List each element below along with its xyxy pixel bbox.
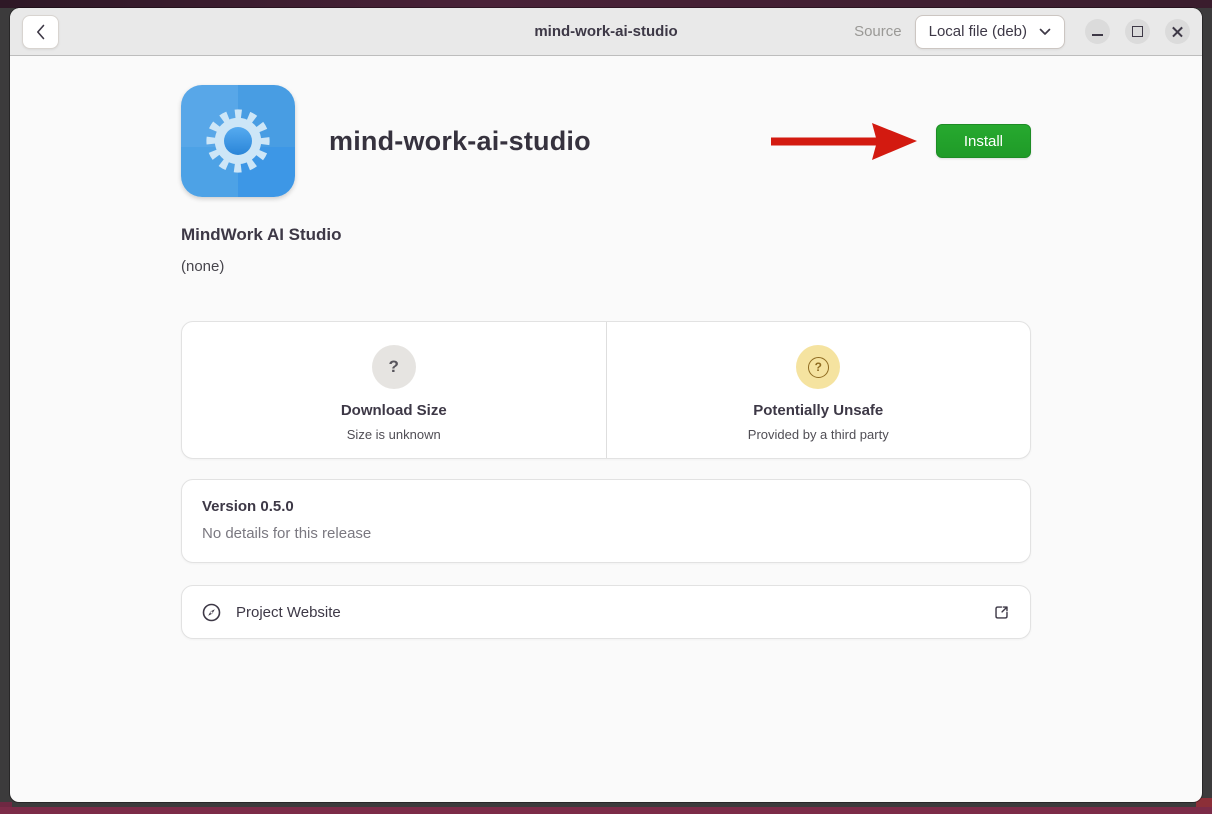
context-tiles-card: ? Download Size Size is unknown ? Potent…: [181, 321, 1031, 459]
tile-subtitle: Size is unknown: [182, 427, 606, 442]
maximize-icon: [1132, 26, 1143, 37]
back-button[interactable]: [22, 15, 59, 49]
question-mark-icon: ?: [372, 345, 416, 389]
chevron-left-icon: [36, 24, 45, 40]
install-button[interactable]: Install: [936, 124, 1031, 158]
desktop-wallpaper-top: [0, 0, 1212, 8]
website-label: Project Website: [236, 604, 341, 621]
minimize-button[interactable]: [1085, 19, 1110, 44]
maximize-button[interactable]: [1125, 19, 1150, 44]
tile-title: Download Size: [182, 402, 606, 419]
source-dropdown[interactable]: Local file (deb): [915, 15, 1065, 49]
desktop-wallpaper-bottom: [0, 807, 1212, 814]
app-details-page: mind-work-ai-studio Install MindWork AI …: [10, 56, 1202, 639]
close-icon: [1171, 25, 1184, 38]
minimize-icon: [1092, 34, 1103, 36]
circled-question-icon: ?: [796, 345, 840, 389]
safety-tile[interactable]: ? Potentially Unsafe Provided by a third…: [606, 322, 1031, 458]
version-subtitle: No details for this release: [202, 525, 1010, 542]
app-display-name: MindWork AI Studio: [181, 225, 1031, 245]
annotation-arrow: [769, 113, 919, 169]
window-controls: [1085, 19, 1190, 44]
source-label: Source: [854, 23, 902, 40]
chevron-down-icon: [1039, 28, 1051, 36]
version-title: Version 0.5.0: [202, 498, 1010, 515]
tile-subtitle: Provided by a third party: [607, 427, 1031, 442]
window-title: mind-work-ai-studio: [534, 23, 677, 40]
external-link-icon: [993, 604, 1010, 621]
app-developer: (none): [181, 258, 1031, 275]
source-dropdown-value: Local file (deb): [929, 23, 1027, 40]
package-title: mind-work-ai-studio: [329, 126, 591, 157]
tile-title: Potentially Unsafe: [607, 402, 1031, 419]
version-row[interactable]: Version 0.5.0 No details for this releas…: [181, 479, 1031, 563]
app-icon: [181, 85, 295, 197]
project-website-row[interactable]: Project Website: [181, 585, 1031, 639]
download-size-tile[interactable]: ? Download Size Size is unknown: [182, 322, 606, 458]
compass-icon: [202, 603, 221, 622]
close-button[interactable]: [1165, 19, 1190, 44]
titlebar: mind-work-ai-studio Source Local file (d…: [10, 8, 1202, 56]
gear-icon: [198, 101, 278, 181]
software-app-window: mind-work-ai-studio Source Local file (d…: [10, 8, 1202, 802]
